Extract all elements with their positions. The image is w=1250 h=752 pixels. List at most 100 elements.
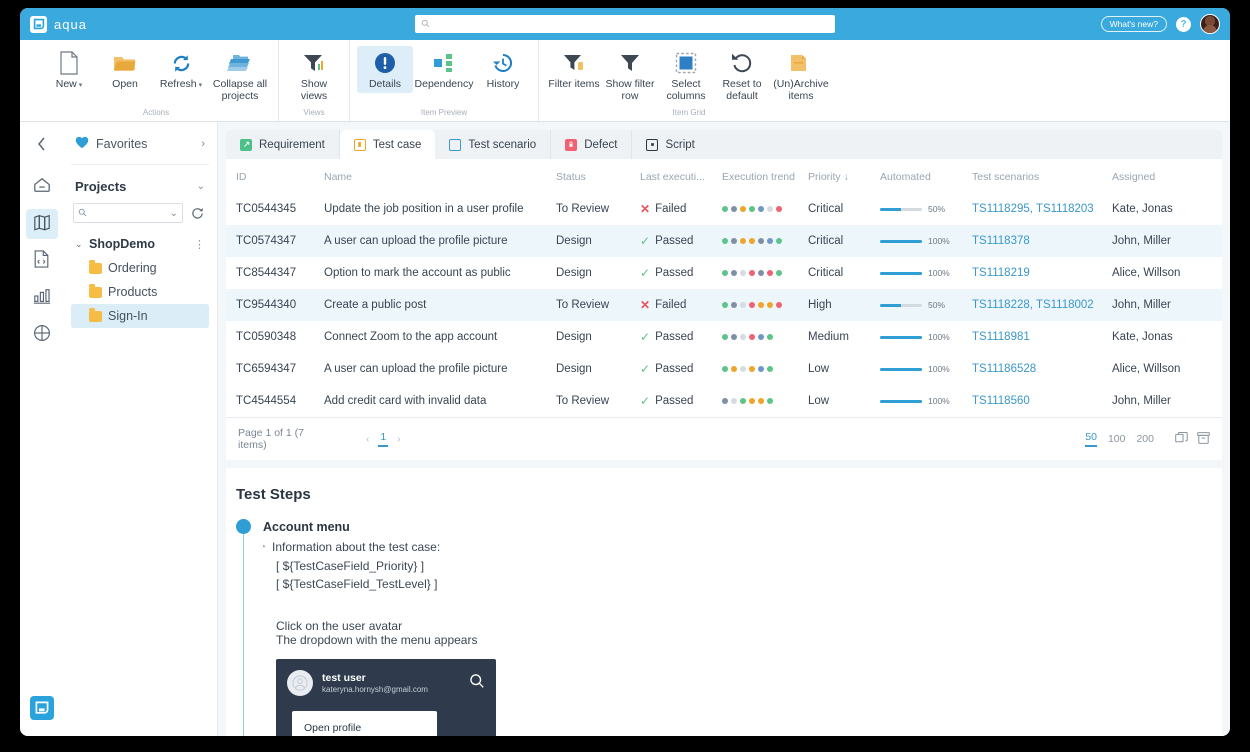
history-button[interactable]: History xyxy=(475,46,531,93)
last-execution-label: Failed xyxy=(655,299,687,311)
tab-label: Requirement xyxy=(259,138,325,151)
tab-script[interactable]: Script xyxy=(632,130,708,159)
column-header-last-execution[interactable]: Last executi... xyxy=(634,159,716,193)
collapse-all-projects-button[interactable]: Collapse all projects xyxy=(209,46,271,105)
rail-item-script[interactable] xyxy=(26,246,58,276)
chevron-right-icon[interactable]: › xyxy=(397,434,400,445)
copy-icon[interactable] xyxy=(1175,431,1188,447)
rail-item-modules[interactable] xyxy=(26,320,58,350)
aqua-chat-icon[interactable] xyxy=(29,696,54,720)
test-step-header[interactable]: Account menu xyxy=(236,519,1222,534)
application-window: aqua What's new? ? New ▾ Open Refresh ▾ … xyxy=(20,8,1230,736)
cell-name: Connect Zoom to the app account xyxy=(324,331,498,343)
column-header-name[interactable]: Name xyxy=(318,159,550,193)
table-row[interactable]: TC0574347 A user can upload the profile p… xyxy=(226,225,1222,257)
page-number-1[interactable]: 1 xyxy=(378,431,389,447)
test-scenario-link[interactable]: TS1118560 xyxy=(972,395,1030,407)
ribbon-group-label: Item Grid xyxy=(672,108,706,117)
reset-to-default-button[interactable]: Reset to default xyxy=(714,46,770,105)
page-size-200[interactable]: 200 xyxy=(1136,433,1154,445)
projects-search[interactable]: ⌄ xyxy=(73,203,183,223)
column-header-assigned[interactable]: Assigned xyxy=(1106,159,1222,193)
open-button[interactable]: Open xyxy=(97,46,153,93)
tree-item-products[interactable]: Products xyxy=(71,280,209,304)
tab-test-case[interactable]: Test case xyxy=(339,130,436,159)
chevron-down-icon[interactable]: ⌄ xyxy=(197,181,205,192)
test-step-info: ◔ Information about the test case: xyxy=(260,540,1222,555)
archive-items-button[interactable]: (Un)Archive items xyxy=(770,46,832,105)
favorites-row[interactable]: Favorites › xyxy=(71,122,209,165)
test-scenario-link[interactable]: TS1118981 xyxy=(972,331,1030,343)
tab-requirement[interactable]: Requirement xyxy=(226,130,340,159)
tab-defect[interactable]: Defect xyxy=(551,130,633,159)
column-header-execution-trend[interactable]: Execution trend xyxy=(716,159,802,193)
test-case-icon xyxy=(353,138,366,151)
page-size-50[interactable]: 50 xyxy=(1085,431,1097,447)
test-scenario-link[interactable]: TS1118378 xyxy=(972,235,1030,247)
refresh-button[interactable]: Refresh ▾ xyxy=(153,46,209,95)
help-button[interactable]: ? xyxy=(1176,16,1191,32)
cell-priority: Low xyxy=(808,363,830,375)
trend-dot xyxy=(767,238,773,244)
global-search[interactable] xyxy=(415,15,835,33)
table-row[interactable]: TC4544554 Add credit card with invalid da… xyxy=(226,385,1222,417)
cell-automated: 100% xyxy=(874,353,966,385)
table-row[interactable]: TC0544345 Update the job position in a us… xyxy=(226,193,1222,225)
global-search-input[interactable] xyxy=(430,17,829,31)
details-button[interactable]: Details xyxy=(357,46,413,93)
chevron-down-icon[interactable]: ⌄ xyxy=(75,239,84,250)
table-row[interactable]: TC0590348 Connect Zoom to the app account… xyxy=(226,321,1222,353)
projects-header: Projects ⌄ xyxy=(71,165,209,200)
trend-dot xyxy=(740,270,746,276)
tree-item-sign-in[interactable]: Sign-In xyxy=(71,304,209,328)
select-columns-button[interactable]: Select columns xyxy=(658,46,714,105)
tree-root-shopdemo[interactable]: ⌄ ShopDemo ⋮ xyxy=(71,232,209,256)
new-button[interactable]: New ▾ xyxy=(41,46,97,95)
table-row[interactable]: TC8544347 Option to mark the account as p… xyxy=(226,257,1222,289)
column-header-status[interactable]: Status xyxy=(550,159,634,193)
test-scenario-link[interactable]: TS11186528 xyxy=(972,363,1036,375)
column-header-test-scenarios[interactable]: Test scenarios xyxy=(966,159,1106,193)
collapse-projects-icon xyxy=(227,50,253,76)
cell-name: Create a public post xyxy=(318,289,550,321)
tree-item-ordering[interactable]: Ordering xyxy=(71,256,209,280)
table-row[interactable]: TC9544340 Create a public post To Review ✕ F… xyxy=(226,289,1222,321)
page-size-100[interactable]: 100 xyxy=(1108,433,1126,445)
projects-refresh-button[interactable] xyxy=(187,203,207,223)
cell-status: To Review xyxy=(556,395,610,407)
test-step-screenshot[interactable]: test user kateryna.hornysh@gmail.com Ope… xyxy=(276,659,496,736)
table-row[interactable]: TC6594347 A user can upload the profile p… xyxy=(226,353,1222,385)
trend-dot xyxy=(731,398,737,404)
cell-execution-trend xyxy=(716,193,802,225)
automation-percent: 100% xyxy=(928,268,950,278)
cell-test-scenarios: TS11186528 xyxy=(966,353,1106,385)
cell-last-execution: ✓ Passed xyxy=(634,385,716,417)
test-scenario-link[interactable]: TS1118219 xyxy=(972,267,1030,279)
filter-items-button[interactable]: Filter items xyxy=(546,46,602,93)
test-scenario-link[interactable]: TS1118295, TS1118203 xyxy=(972,203,1094,215)
dependency-button[interactable]: Dependency xyxy=(413,46,475,93)
rail-item-reports[interactable] xyxy=(26,283,58,313)
test-scenario-link[interactable]: TS1118228, TS1118002 xyxy=(972,299,1094,311)
show-views-button[interactable]: Show views xyxy=(286,46,342,105)
projects-search-input[interactable] xyxy=(90,206,167,220)
rail-item-map[interactable] xyxy=(25,209,58,239)
rail-item-home[interactable] xyxy=(26,172,58,202)
chevron-right-icon[interactable]: › xyxy=(201,138,205,150)
aqua-logo-icon xyxy=(30,15,47,33)
column-header-priority[interactable]: Priority ↓ xyxy=(802,159,874,193)
archive-icon[interactable] xyxy=(1197,431,1210,447)
more-vertical-icon[interactable]: ⋮ xyxy=(194,238,205,251)
grid-plus-icon xyxy=(33,324,51,347)
show-filter-row-button[interactable]: Show filter row xyxy=(602,46,658,105)
chevron-left-icon[interactable] xyxy=(28,130,56,158)
tab-test-scenario[interactable]: Test scenario xyxy=(435,130,552,159)
avatar[interactable] xyxy=(1200,14,1220,34)
chevron-down-icon[interactable]: ⌄ xyxy=(170,208,178,219)
column-header-automated[interactable]: Automated xyxy=(874,159,966,193)
whats-new-button[interactable]: What's new? xyxy=(1100,16,1167,32)
chevron-left-icon[interactable]: ‹ xyxy=(366,434,369,445)
column-header-id[interactable]: ID xyxy=(226,159,318,193)
cell-priority: Critical xyxy=(808,267,844,279)
